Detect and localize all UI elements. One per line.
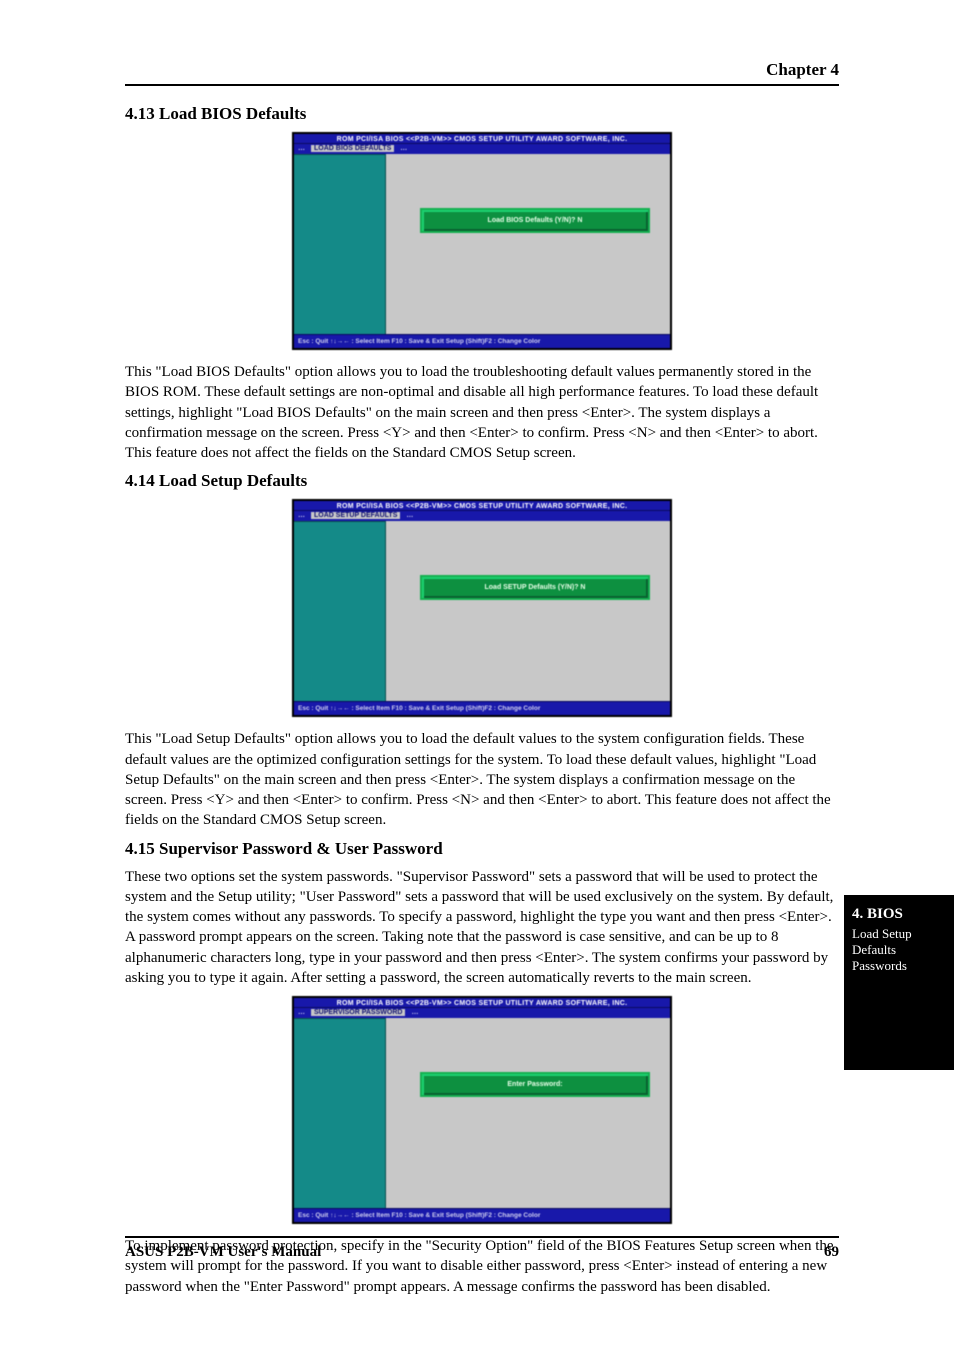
side-tab-num: 4. BIOS [852, 905, 946, 924]
bios-menu-active: LOAD SETUP DEFAULTS [311, 512, 400, 519]
body-414: This "Load Setup Defaults" option allows… [125, 729, 839, 830]
header-rule [125, 84, 839, 86]
page: Chapter 4 4.13 Load BIOS Defaults ROM PC… [0, 0, 954, 1351]
side-tab-line: Passwords [852, 958, 946, 974]
bios-footer: Esc : Quit ↑↓→← : Select Item F10 : Save… [294, 702, 670, 715]
side-tab-line: Defaults [852, 942, 946, 958]
bios-dialog: Enter Password: [420, 1072, 650, 1097]
side-tab-line: Load Setup [852, 926, 946, 942]
section-title-413: 4.13 Load BIOS Defaults [125, 104, 839, 124]
bios-dialog: Load SETUP Defaults (Y/N)? N [420, 575, 650, 600]
footer: ASUS P2B-VM User's Manual 69 [125, 1236, 839, 1261]
bios-dialog-text: Load SETUP Defaults (Y/N)? N [430, 583, 640, 592]
bios-dialog-text: Enter Password: [430, 1080, 640, 1089]
chapter-heading: Chapter 4 [125, 60, 839, 80]
bios-figure-load-bios-defaults: ROM PCI/ISA BIOS <<P2B-VM>> CMOS SETUP U… [292, 132, 672, 350]
bios-title: ROM PCI/ISA BIOS <<P2B-VM>> CMOS SETUP U… [294, 134, 670, 143]
bios-side-panel [294, 521, 386, 701]
bios-dialog: Load BIOS Defaults (Y/N)? N [420, 208, 650, 233]
bios-menu: … LOAD SETUP DEFAULTS … [294, 511, 670, 521]
bios-figure-password: ROM PCI/ISA BIOS <<P2B-VM>> CMOS SETUP U… [292, 996, 672, 1224]
bios-menu: … SUPERVISOR PASSWORD … [294, 1008, 670, 1018]
section-title-415: 4.15 Supervisor Password & User Password [125, 839, 839, 859]
footer-rule [125, 1236, 839, 1238]
footer-left: ASUS P2B-VM User's Manual [125, 1244, 321, 1261]
section-title-414: 4.14 Load Setup Defaults [125, 471, 839, 491]
bios-side-panel [294, 1018, 386, 1208]
footer-right: 69 [824, 1244, 839, 1261]
side-tab: 4. BIOS Load Setup Defaults Passwords [844, 895, 954, 1070]
bios-menu-active: LOAD BIOS DEFAULTS [311, 145, 394, 152]
bios-side-panel [294, 154, 386, 334]
body-415-a: These two options set the system passwor… [125, 867, 839, 989]
bios-title: ROM PCI/ISA BIOS <<P2B-VM>> CMOS SETUP U… [294, 998, 670, 1007]
bios-footer: Esc : Quit ↑↓→← : Select Item F10 : Save… [294, 1209, 670, 1222]
bios-dialog-text: Load BIOS Defaults (Y/N)? N [430, 216, 640, 225]
bios-footer: Esc : Quit ↑↓→← : Select Item F10 : Save… [294, 335, 670, 348]
body-413: This "Load BIOS Defaults" option allows … [125, 362, 839, 463]
bios-figure-load-setup-defaults: ROM PCI/ISA BIOS <<P2B-VM>> CMOS SETUP U… [292, 499, 672, 717]
bios-menu: … LOAD BIOS DEFAULTS … [294, 144, 670, 154]
bios-menu-active: SUPERVISOR PASSWORD [311, 1009, 405, 1016]
bios-title: ROM PCI/ISA BIOS <<P2B-VM>> CMOS SETUP U… [294, 501, 670, 510]
